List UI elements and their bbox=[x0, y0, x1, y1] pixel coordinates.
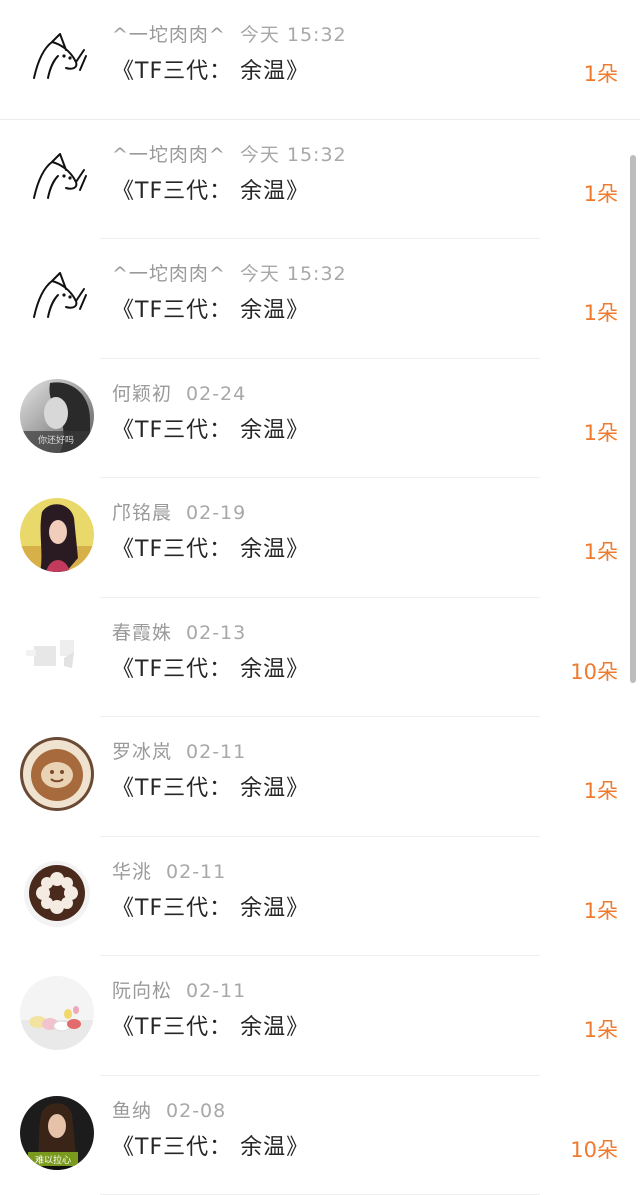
flower-count: 1朵 bbox=[583, 181, 618, 206]
sketch-avatar-icon bbox=[20, 20, 94, 94]
avatar[interactable] bbox=[20, 498, 94, 572]
avatar[interactable] bbox=[20, 856, 94, 931]
message-time: 02-11 bbox=[186, 980, 247, 1002]
faded-avatar-icon bbox=[20, 617, 94, 692]
avatar[interactable] bbox=[20, 976, 94, 1050]
flower-count: 10朵 bbox=[570, 659, 618, 684]
message-title: 《TF三代： 余温》 bbox=[112, 59, 310, 84]
latte-art-avatar-icon bbox=[20, 737, 94, 811]
flower-count: 10朵 bbox=[570, 1137, 618, 1162]
avatar[interactable] bbox=[20, 20, 94, 94]
message-time: 02-24 bbox=[186, 382, 247, 405]
message-title: 《TF三代： 余温》 bbox=[112, 1015, 310, 1040]
avatar[interactable] bbox=[20, 259, 94, 333]
sender-name: 华洮 bbox=[112, 860, 153, 883]
flower-count: 1朵 bbox=[583, 779, 618, 803]
message-meta: ^一坨肉肉^ 今天 15:32 bbox=[112, 20, 347, 48]
message-time: 02-19 bbox=[186, 502, 247, 524]
message-time: 02-08 bbox=[166, 1099, 227, 1122]
flower-count: 1朵 bbox=[583, 1018, 618, 1042]
sender-name: 罗冰岚 bbox=[112, 741, 173, 763]
message-title: 《TF三代： 余温》 bbox=[112, 776, 310, 801]
message-title: 《TF三代： 余温》 bbox=[112, 537, 310, 562]
list-item[interactable]: 罗冰岚 02-11 《TF三代： 余温》 1朵 bbox=[0, 717, 640, 837]
message-meta: 何颖初 02-24 bbox=[112, 379, 246, 407]
message-time: 今天 15:32 bbox=[239, 24, 347, 46]
message-meta: ^一坨肉肉^ 今天 15:32 bbox=[112, 140, 347, 168]
message-meta: ^一坨肉肉^ 今天 15:32 bbox=[112, 259, 347, 287]
avatar[interactable]: 难以拉心 bbox=[20, 1095, 94, 1170]
avatar[interactable] bbox=[20, 139, 94, 214]
message-meta: 罗冰岚 02-11 bbox=[112, 737, 246, 765]
svg-text:难以拉心: 难以拉心 bbox=[35, 1154, 71, 1166]
avatar[interactable] bbox=[20, 617, 94, 692]
scrollbar[interactable] bbox=[630, 155, 636, 683]
message-meta: 阮向松 02-11 bbox=[112, 976, 246, 1004]
message-time: 02-11 bbox=[186, 741, 247, 763]
message-time: 02-13 bbox=[186, 621, 247, 644]
svg-text:你还好吗: 你还好吗 bbox=[38, 434, 74, 446]
bw-portrait-avatar-icon: 你还好吗 bbox=[20, 378, 94, 453]
message-meta: 华洮 02-11 bbox=[112, 857, 226, 885]
list-item[interactable]: 华洮 02-11 《TF三代： 余温》 1朵 bbox=[0, 837, 640, 957]
flower-cup-avatar-icon bbox=[20, 856, 94, 931]
message-meta: 邝铭晨 02-19 bbox=[112, 498, 246, 526]
sender-name: 鱼纳 bbox=[112, 1099, 153, 1122]
dark-portrait-avatar-icon: 难以拉心 bbox=[20, 1095, 94, 1170]
message-list: ^一坨肉肉^ 今天 15:32 《TF三代： 余温》 1朵 ^一坨肉肉^ 今天 15… bbox=[0, 0, 640, 1195]
message-title: 《TF三代： 余温》 bbox=[112, 895, 310, 921]
message-time: 今天 15:32 bbox=[239, 143, 347, 166]
list-item[interactable]: ^一坨肉肉^ 今天 15:32 《TF三代： 余温》 1朵 bbox=[0, 239, 640, 359]
sender-name: ^一坨肉肉^ bbox=[112, 24, 226, 46]
message-title: 《TF三代： 余温》 bbox=[112, 1134, 310, 1160]
list-item[interactable]: 春霞姝 02-13 《TF三代： 余温》 10朵 bbox=[0, 598, 640, 718]
list-item[interactable]: 你还好吗 何颖初 02-24 《TF三代： 余温》 1朵 bbox=[0, 359, 640, 479]
list-item[interactable]: ^一坨肉肉^ 今天 15:32 《TF三代： 余温》 1朵 bbox=[0, 120, 640, 240]
list-item[interactable]: 邝铭晨 02-19 《TF三代： 余温》 1朵 bbox=[0, 478, 640, 598]
avatar[interactable]: 你还好吗 bbox=[20, 378, 94, 453]
girl-yellow-avatar-icon bbox=[20, 498, 94, 572]
list-item[interactable]: 难以拉心 鱼纳 02-08 《TF三代： 余温》 10朵 bbox=[0, 1076, 640, 1195]
message-meta: 鱼纳 02-08 bbox=[112, 1096, 226, 1124]
sender-name: 阮向松 bbox=[112, 980, 173, 1002]
macaron-avatar-icon bbox=[20, 976, 94, 1050]
sender-name: ^一坨肉肉^ bbox=[112, 263, 226, 285]
message-title: 《TF三代： 余温》 bbox=[112, 178, 310, 204]
sender-name: ^一坨肉肉^ bbox=[112, 143, 226, 166]
message-title: 《TF三代： 余温》 bbox=[112, 298, 310, 323]
flower-count: 1朵 bbox=[583, 301, 618, 325]
flower-count: 1朵 bbox=[583, 898, 618, 923]
flower-count: 1朵 bbox=[583, 62, 618, 86]
sender-name: 春霞姝 bbox=[112, 621, 173, 644]
list-item[interactable]: ^一坨肉肉^ 今天 15:32 《TF三代： 余温》 1朵 bbox=[0, 0, 640, 120]
flower-count: 1朵 bbox=[583, 420, 618, 445]
message-time: 02-11 bbox=[166, 860, 227, 883]
flower-count: 1朵 bbox=[583, 540, 618, 564]
list-item[interactable]: 阮向松 02-11 《TF三代： 余温》 1朵 bbox=[0, 956, 640, 1076]
message-meta: 春霞姝 02-13 bbox=[112, 618, 246, 646]
sketch-avatar-icon bbox=[20, 139, 94, 214]
avatar[interactable] bbox=[20, 737, 94, 811]
sketch-avatar-icon bbox=[20, 259, 94, 333]
message-time: 今天 15:32 bbox=[239, 263, 347, 285]
message-title: 《TF三代： 余温》 bbox=[112, 417, 310, 443]
message-title: 《TF三代： 余温》 bbox=[112, 656, 310, 682]
sender-name: 何颖初 bbox=[112, 382, 173, 405]
sender-name: 邝铭晨 bbox=[112, 502, 173, 524]
